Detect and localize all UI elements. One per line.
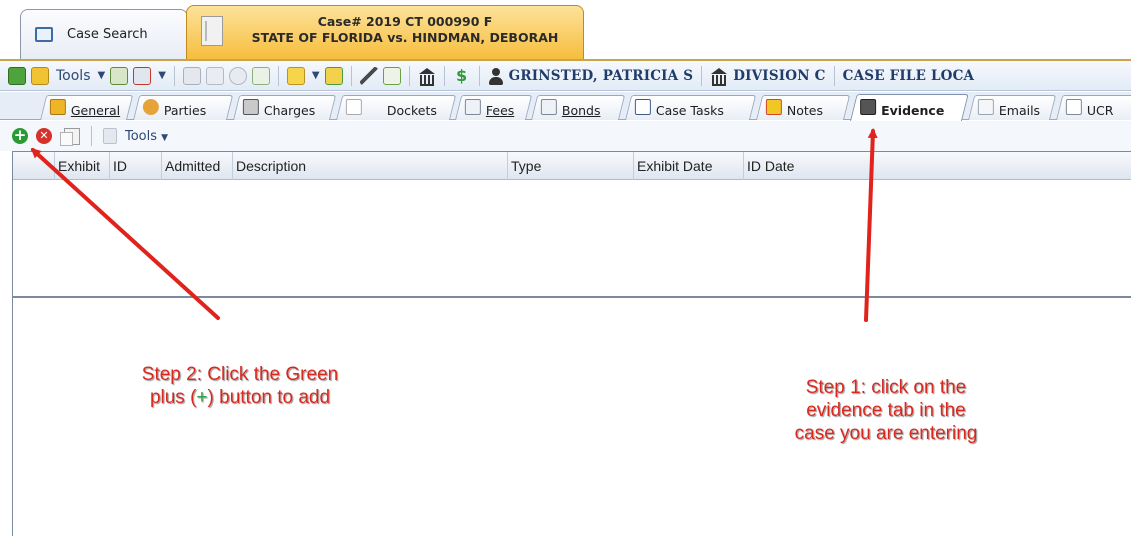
document-tab-strip: Case Search Case# 2019 CT 000990 F STATE… [0, 0, 1131, 61]
tab-evidence[interactable]: Evidence [850, 94, 969, 121]
evidence-toolbar: + ✕ Tools ▼ [0, 121, 1131, 151]
tab-ucr[interactable]: UCR [1056, 95, 1131, 120]
toolbar-separator [173, 65, 175, 86]
tab-case-record[interactable]: Case# 2019 CT 000990 F STATE OF FLORIDA … [186, 5, 584, 60]
parties-icon [142, 98, 159, 115]
dollar-icon[interactable]: $ [453, 66, 471, 85]
toolbar-separator [478, 65, 480, 86]
chevron-down-icon[interactable]: ▼ [312, 70, 320, 81]
row-selector-header [13, 152, 54, 180]
document-icon[interactable] [205, 66, 224, 85]
notes-icon [765, 98, 782, 115]
chevron-down-icon[interactable]: ▼ [158, 70, 166, 81]
report-icon[interactable] [110, 66, 129, 85]
tab-fees[interactable]: Fees [455, 95, 533, 120]
general-icon [49, 98, 66, 115]
tab-dockets[interactable]: Dockets [336, 95, 457, 120]
people-link-icon[interactable] [182, 66, 201, 85]
new-case-icon[interactable] [8, 66, 26, 85]
case-number: Case# 2019 CT 000990 F [317, 14, 493, 29]
bonds-icon [540, 98, 557, 115]
evidence-icon [860, 98, 877, 115]
open-folder-icon[interactable] [31, 66, 49, 85]
tab-case-search-label: Case Search [67, 27, 148, 42]
delete-evidence-button[interactable]: ✕ [36, 128, 52, 144]
magnifier-icon [35, 27, 53, 42]
email-icon [977, 98, 994, 115]
case-file-location: CASE FILE LOCA [842, 67, 975, 84]
toolbar-separator [408, 65, 410, 86]
fees-icon [464, 98, 481, 115]
grid-header: Exhibit ID Admitted Description Type Exh… [13, 152, 1131, 180]
evidence-grid: Exhibit ID Admitted Description Type Exh… [12, 151, 1131, 297]
courthouse-icon[interactable] [418, 67, 436, 86]
toolbar-separator [833, 65, 835, 86]
chevron-down-icon[interactable]: ▼ [98, 70, 106, 81]
toolbar-separator [350, 65, 352, 86]
column-header-admitted[interactable]: Admitted [161, 152, 232, 180]
form-icon[interactable] [382, 66, 401, 85]
tab-emails[interactable]: Emails [968, 95, 1057, 120]
case-tab-title: Case# 2019 CT 000990 F STATE OF FLORIDA … [227, 14, 583, 46]
division-label: DIVISION C [733, 67, 826, 84]
column-header-type[interactable]: Type [507, 152, 633, 180]
case-toolbar: Tools ▼ ▼ ▼ $ GRINSTED, PATRICIA S DIVIS… [0, 61, 1131, 91]
tab-case-tasks[interactable]: Case Tasks [625, 95, 757, 120]
assigned-judge: GRINSTED, PATRICIA S [508, 67, 694, 84]
save-icon[interactable] [103, 128, 117, 144]
globe-icon[interactable] [228, 66, 247, 85]
tab-bonds[interactable]: Bonds [531, 95, 626, 120]
list-icon[interactable] [251, 66, 270, 85]
pen-icon[interactable] [359, 66, 378, 85]
tab-notes[interactable]: Notes [756, 95, 851, 120]
charges-icon [242, 98, 259, 115]
toolbar-separator [443, 65, 445, 86]
case-tasks-icon [634, 98, 651, 115]
column-header-id-date[interactable]: ID Date [743, 152, 1131, 180]
step-1-annotation: Step 1: click on the evidence tab in the… [794, 377, 978, 444]
green-plus-glyph: + [196, 387, 208, 408]
case-style: STATE OF FLORIDA vs. HINDMAN, DEBORAH [251, 30, 559, 45]
toolbar-separator [277, 65, 279, 86]
evidence-tools-menu[interactable]: Tools ▼ [125, 129, 168, 144]
case-tools-menu[interactable]: Tools [56, 68, 91, 84]
tab-general[interactable]: General [40, 95, 134, 120]
case-folder-icon [201, 16, 223, 46]
report-delete-icon[interactable] [133, 66, 152, 85]
tab-charges[interactable]: Charges [233, 95, 337, 120]
column-header-exhibit-date[interactable]: Exhibit Date [633, 152, 743, 180]
record-tab-strip: General Parties Charges Dockets Fees Bon… [0, 92, 1131, 121]
judge-icon [488, 67, 504, 85]
column-header-description[interactable]: Description [232, 152, 507, 180]
ucr-icon [1065, 98, 1082, 115]
column-header-id[interactable]: ID [109, 152, 161, 180]
column-header-exhibit[interactable]: Exhibit [54, 152, 109, 180]
toolbar-separator [91, 126, 92, 146]
warning-icon[interactable] [286, 66, 305, 85]
copy-icon[interactable] [60, 127, 80, 146]
chevron-down-icon: ▼ [161, 132, 169, 143]
dockets-icon [345, 98, 362, 115]
step-2-annotation: Step 2: Click the Green plus (+) button … [141, 364, 339, 408]
toolbar-separator [701, 65, 703, 86]
tab-case-search[interactable]: Case Search [20, 9, 188, 59]
add-alert-icon[interactable] [324, 66, 343, 85]
division-icon [710, 67, 728, 86]
tab-parties[interactable]: Parties [133, 95, 234, 120]
add-evidence-button[interactable]: + [12, 128, 28, 144]
